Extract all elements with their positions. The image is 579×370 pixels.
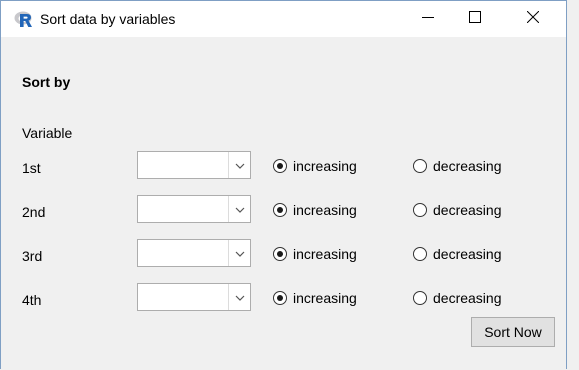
- radio-label: increasing: [293, 158, 357, 174]
- combo-dropdown-button[interactable]: [228, 284, 250, 310]
- dialog-window: Sort data by variables Sort by Variable …: [0, 0, 567, 370]
- radio-label: decreasing: [433, 202, 502, 218]
- row-label-1st: 1st: [22, 160, 41, 176]
- radio-label: increasing: [293, 202, 357, 218]
- minimize-icon: [422, 10, 434, 28]
- row-label-4th: 4th: [22, 292, 42, 308]
- sort-now-button[interactable]: Sort Now: [471, 317, 555, 347]
- variable-combo-2nd[interactable]: [137, 195, 251, 223]
- radio-label: decreasing: [433, 290, 502, 306]
- chevron-down-icon: [235, 288, 245, 306]
- radio-label: decreasing: [433, 246, 502, 262]
- radio-increasing-4th[interactable]: increasing: [273, 290, 357, 306]
- radio-unchecked-icon: [413, 291, 427, 305]
- minimize-button[interactable]: [405, 1, 451, 37]
- variable-combo-4th[interactable]: [137, 283, 251, 311]
- chevron-down-icon: [235, 244, 245, 262]
- radio-increasing-3rd[interactable]: increasing: [273, 246, 357, 262]
- radio-unchecked-icon: [413, 203, 427, 217]
- radio-increasing-2nd[interactable]: increasing: [273, 202, 357, 218]
- radio-decreasing-4th[interactable]: decreasing: [413, 290, 502, 306]
- radio-decreasing-1st[interactable]: decreasing: [413, 158, 502, 174]
- combo-dropdown-button[interactable]: [228, 196, 250, 222]
- combo-dropdown-button[interactable]: [228, 152, 250, 178]
- radio-label: increasing: [293, 290, 357, 306]
- combo-dropdown-button[interactable]: [228, 240, 250, 266]
- radio-unchecked-icon: [413, 247, 427, 261]
- close-button[interactable]: [510, 1, 556, 37]
- variable-combo-3rd[interactable]: [137, 239, 251, 267]
- section-label: Sort by: [22, 74, 71, 90]
- radio-decreasing-2nd[interactable]: decreasing: [413, 202, 502, 218]
- radio-checked-icon: [273, 159, 287, 173]
- radio-label: increasing: [293, 246, 357, 262]
- radio-label: decreasing: [433, 158, 502, 174]
- dialog-content: Sort by Variable 1st increasing decreasi…: [1, 37, 566, 370]
- chevron-down-icon: [235, 200, 245, 218]
- radio-increasing-1st[interactable]: increasing: [273, 158, 357, 174]
- radio-checked-icon: [273, 247, 287, 261]
- variable-header: Variable: [22, 125, 73, 141]
- radio-unchecked-icon: [413, 159, 427, 173]
- maximize-button[interactable]: [452, 1, 498, 37]
- close-icon: [526, 10, 540, 28]
- radio-checked-icon: [273, 291, 287, 305]
- chevron-down-icon: [235, 156, 245, 174]
- window-title: Sort data by variables: [40, 11, 176, 27]
- radio-decreasing-3rd[interactable]: decreasing: [413, 246, 502, 262]
- title-bar[interactable]: Sort data by variables: [1, 1, 566, 37]
- radio-checked-icon: [273, 203, 287, 217]
- maximize-icon: [469, 10, 481, 28]
- row-label-2nd: 2nd: [22, 204, 46, 220]
- r-logo-icon: [14, 10, 34, 28]
- row-label-3rd: 3rd: [22, 248, 43, 264]
- variable-combo-1st[interactable]: [137, 151, 251, 179]
